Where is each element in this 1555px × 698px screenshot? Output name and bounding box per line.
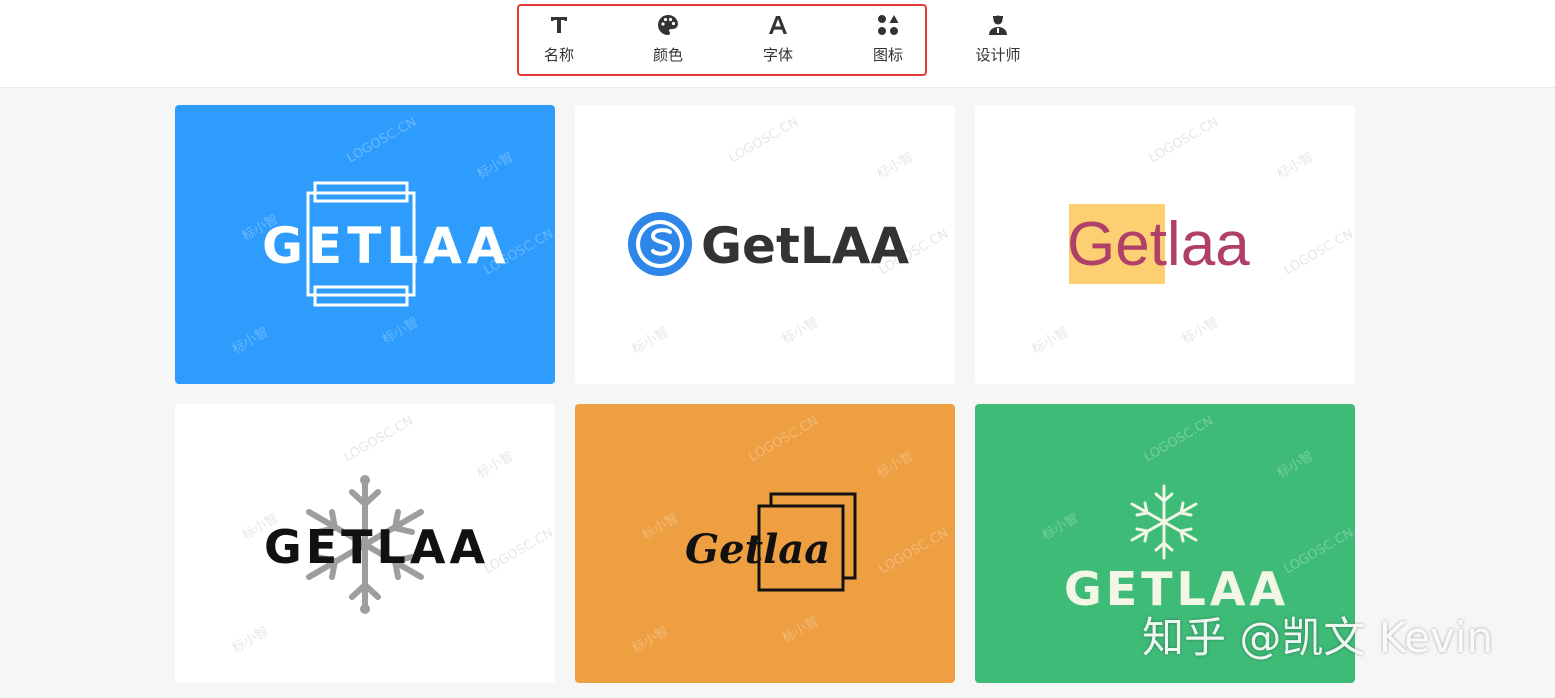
logo-card-5[interactable]: LOGOSC.CN 标小智 标小智 LOGOSC.CN 标小智 标小智 Getl…	[575, 404, 955, 683]
tab-designer[interactable]: 设计师	[953, 12, 1043, 72]
logo-card-1[interactable]: LOGOSC.CN 标小智 标小智 LOGOSC.CN 标小智 标小智 GETL…	[175, 105, 555, 384]
logo-text: GetLAA	[701, 217, 910, 275]
top-toolbar: 名称 颜色 字体 图标 设计师	[0, 0, 1555, 88]
logo-text: GETLAA	[262, 217, 511, 275]
tab-designer-label: 设计师	[975, 46, 1021, 64]
logo-text: GETLAA	[264, 520, 490, 574]
logo-text: Getlaa	[1067, 210, 1250, 279]
logo-card-2[interactable]: LOGOSC.CN 标小智 LOGOSC.CN 标小智 标小智 GetLAA	[575, 105, 955, 384]
selection-highlight	[517, 4, 927, 76]
logo-card-4[interactable]: LOGOSC.CN 标小智 标小智 LOGOSC.CN 标小智 GETLAA	[175, 404, 555, 683]
snowflake-icon	[1130, 484, 1198, 560]
zhihu-watermark: 知乎 @凯文 Kevin	[1142, 613, 1494, 662]
circle-s-icon	[628, 212, 692, 276]
designer-icon	[985, 12, 1011, 38]
logo-card-3[interactable]: LOGOSC.CN 标小智 LOGOSC.CN 标小智 标小智 Getlaa	[975, 105, 1355, 384]
logo-text: Getlaa	[685, 526, 831, 573]
